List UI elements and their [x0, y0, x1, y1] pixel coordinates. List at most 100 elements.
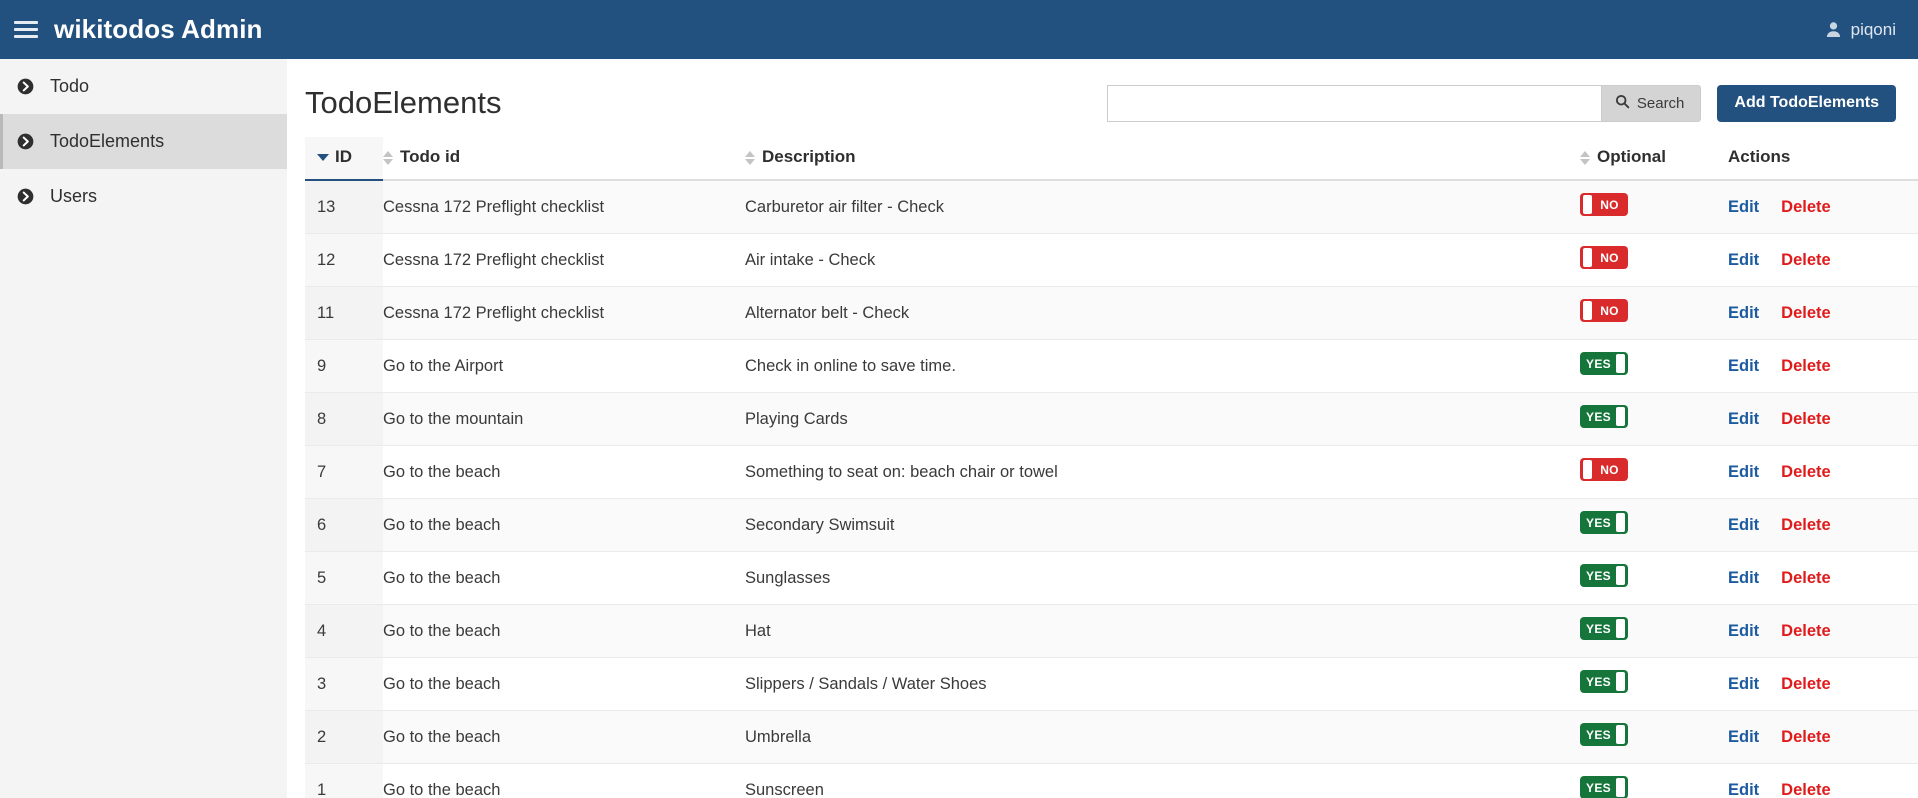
delete-link[interactable]: Delete — [1781, 304, 1831, 322]
app-brand-title[interactable]: wikitodos Admin — [54, 14, 263, 45]
header-toolbar: Search Add TodoElements — [1106, 84, 1896, 122]
column-header-label: Todo id — [400, 147, 461, 166]
search-group: Search — [1106, 84, 1702, 122]
edit-link[interactable]: Edit — [1728, 516, 1759, 534]
cell-description: Secondary Swimsuit — [745, 498, 1580, 552]
cell-todo-id: Go to the Airport — [383, 339, 745, 393]
edit-link[interactable]: Edit — [1728, 675, 1759, 693]
search-button[interactable]: Search — [1600, 84, 1702, 122]
todoelements-table: ID Todo id Description Optional Actions — [305, 137, 1918, 798]
sidebar-item-todo[interactable]: Todo — [0, 59, 287, 114]
cell-optional: NO — [1580, 286, 1728, 340]
optional-toggle-no[interactable]: NO — [1580, 193, 1628, 216]
column-header-todo-id[interactable]: Todo id — [383, 137, 745, 181]
optional-toggle-yes[interactable]: YES — [1580, 352, 1628, 375]
sidebar-item-label: Users — [50, 186, 98, 206]
navbar-user-menu[interactable]: piqoni — [1825, 20, 1896, 40]
username-label: piqoni — [1850, 19, 1896, 39]
cell-id: 5 — [305, 551, 383, 605]
column-header-description[interactable]: Description — [745, 137, 1580, 181]
cell-description: Check in online to save time. — [745, 339, 1580, 393]
delete-link[interactable]: Delete — [1781, 463, 1831, 481]
delete-link[interactable]: Delete — [1781, 251, 1831, 269]
cell-optional: NO — [1580, 445, 1728, 499]
edit-link[interactable]: Edit — [1728, 251, 1759, 269]
edit-link[interactable]: Edit — [1728, 463, 1759, 481]
cell-id: 2 — [305, 710, 383, 764]
cell-id: 8 — [305, 392, 383, 446]
hamburger-icon[interactable] — [14, 17, 40, 43]
cell-actions: Edit Delete — [1728, 180, 1918, 234]
search-input[interactable] — [1106, 84, 1601, 122]
cell-actions: Edit Delete — [1728, 286, 1918, 340]
delete-link[interactable]: Delete — [1781, 675, 1831, 693]
cell-description: Sunglasses — [745, 551, 1580, 605]
delete-link[interactable]: Delete — [1781, 516, 1831, 534]
cell-todo-id: Cessna 172 Preflight checklist — [383, 233, 745, 287]
optional-toggle-yes[interactable]: YES — [1580, 776, 1628, 798]
table-row: 5 Go to the beach Sunglasses YES Edit Delete — [305, 551, 1918, 605]
cell-actions: Edit Delete — [1728, 233, 1918, 287]
optional-toggle-yes[interactable]: YES — [1580, 405, 1628, 428]
cell-description: Carburetor air filter - Check — [745, 180, 1580, 234]
table-row: 9 Go to the Airport Check in online to sav… — [305, 339, 1918, 393]
toggle-label: YES — [1586, 780, 1611, 795]
table-row: 1 Go to the beach Sunscreen YES Edit Delete — [305, 763, 1918, 798]
cell-optional: YES — [1580, 498, 1728, 552]
cell-description: Slippers / Sandals / Water Shoes — [745, 657, 1580, 711]
optional-toggle-yes[interactable]: YES — [1580, 723, 1628, 746]
optional-toggle-no[interactable]: NO — [1580, 299, 1628, 322]
cell-todo-id: Go to the beach — [383, 498, 745, 552]
sidebar-item-users[interactable]: Users — [0, 169, 287, 224]
cell-description: Air intake - Check — [745, 233, 1580, 287]
cell-optional: YES — [1580, 763, 1728, 798]
cell-optional: NO — [1580, 180, 1728, 234]
delete-link[interactable]: Delete — [1781, 198, 1831, 216]
table-row: 11 Cessna 172 Preflight checklist Alternat… — [305, 286, 1918, 340]
column-header-optional[interactable]: Optional — [1580, 137, 1728, 181]
edit-link[interactable]: Edit — [1728, 728, 1759, 746]
delete-link[interactable]: Delete — [1781, 569, 1831, 587]
delete-link[interactable]: Delete — [1781, 357, 1831, 375]
cell-id: 9 — [305, 339, 383, 393]
add-todoelements-button[interactable]: Add TodoElements — [1717, 84, 1896, 122]
cell-actions: Edit Delete — [1728, 763, 1918, 798]
edit-link[interactable]: Edit — [1728, 198, 1759, 216]
cell-actions: Edit Delete — [1728, 657, 1918, 711]
delete-link[interactable]: Delete — [1781, 410, 1831, 428]
edit-link[interactable]: Edit — [1728, 357, 1759, 375]
column-header-id[interactable]: ID — [305, 137, 383, 181]
hamburger-bar — [14, 21, 38, 24]
edit-link[interactable]: Edit — [1728, 569, 1759, 587]
chevron-circle-right-icon — [17, 78, 34, 95]
main-content: TodoElements Search Add TodoElements ID … — [287, 59, 1918, 798]
cell-id: 12 — [305, 233, 383, 287]
cell-actions: Edit Delete — [1728, 551, 1918, 605]
optional-toggle-no[interactable]: NO — [1580, 458, 1628, 481]
cell-optional: YES — [1580, 604, 1728, 658]
delete-link[interactable]: Delete — [1781, 781, 1831, 798]
delete-link[interactable]: Delete — [1781, 622, 1831, 640]
cell-description: Sunscreen — [745, 763, 1580, 798]
optional-toggle-yes[interactable]: YES — [1580, 670, 1628, 693]
chevron-circle-right-icon — [17, 188, 34, 205]
optional-toggle-yes[interactable]: YES — [1580, 511, 1628, 534]
table-row: 12 Cessna 172 Preflight checklist Air inta… — [305, 233, 1918, 287]
table-row: 8 Go to the mountain Playing Cards YES Edit D… — [305, 392, 1918, 446]
cell-todo-id: Go to the beach — [383, 657, 745, 711]
optional-toggle-no[interactable]: NO — [1580, 246, 1628, 269]
user-icon — [1825, 21, 1842, 38]
delete-link[interactable]: Delete — [1781, 728, 1831, 746]
toggle-label: YES — [1586, 409, 1611, 424]
edit-link[interactable]: Edit — [1728, 781, 1759, 798]
edit-link[interactable]: Edit — [1728, 410, 1759, 428]
cell-id: 3 — [305, 657, 383, 711]
edit-link[interactable]: Edit — [1728, 622, 1759, 640]
edit-link[interactable]: Edit — [1728, 304, 1759, 322]
cell-description: Something to seat on: beach chair or tow… — [745, 445, 1580, 499]
optional-toggle-yes[interactable]: YES — [1580, 617, 1628, 640]
sidebar-item-todoelements[interactable]: TodoElements — [0, 114, 287, 169]
optional-toggle-yes[interactable]: YES — [1580, 564, 1628, 587]
sidebar-item-label: Todo — [50, 76, 90, 96]
toggle-label: NO — [1600, 303, 1619, 318]
